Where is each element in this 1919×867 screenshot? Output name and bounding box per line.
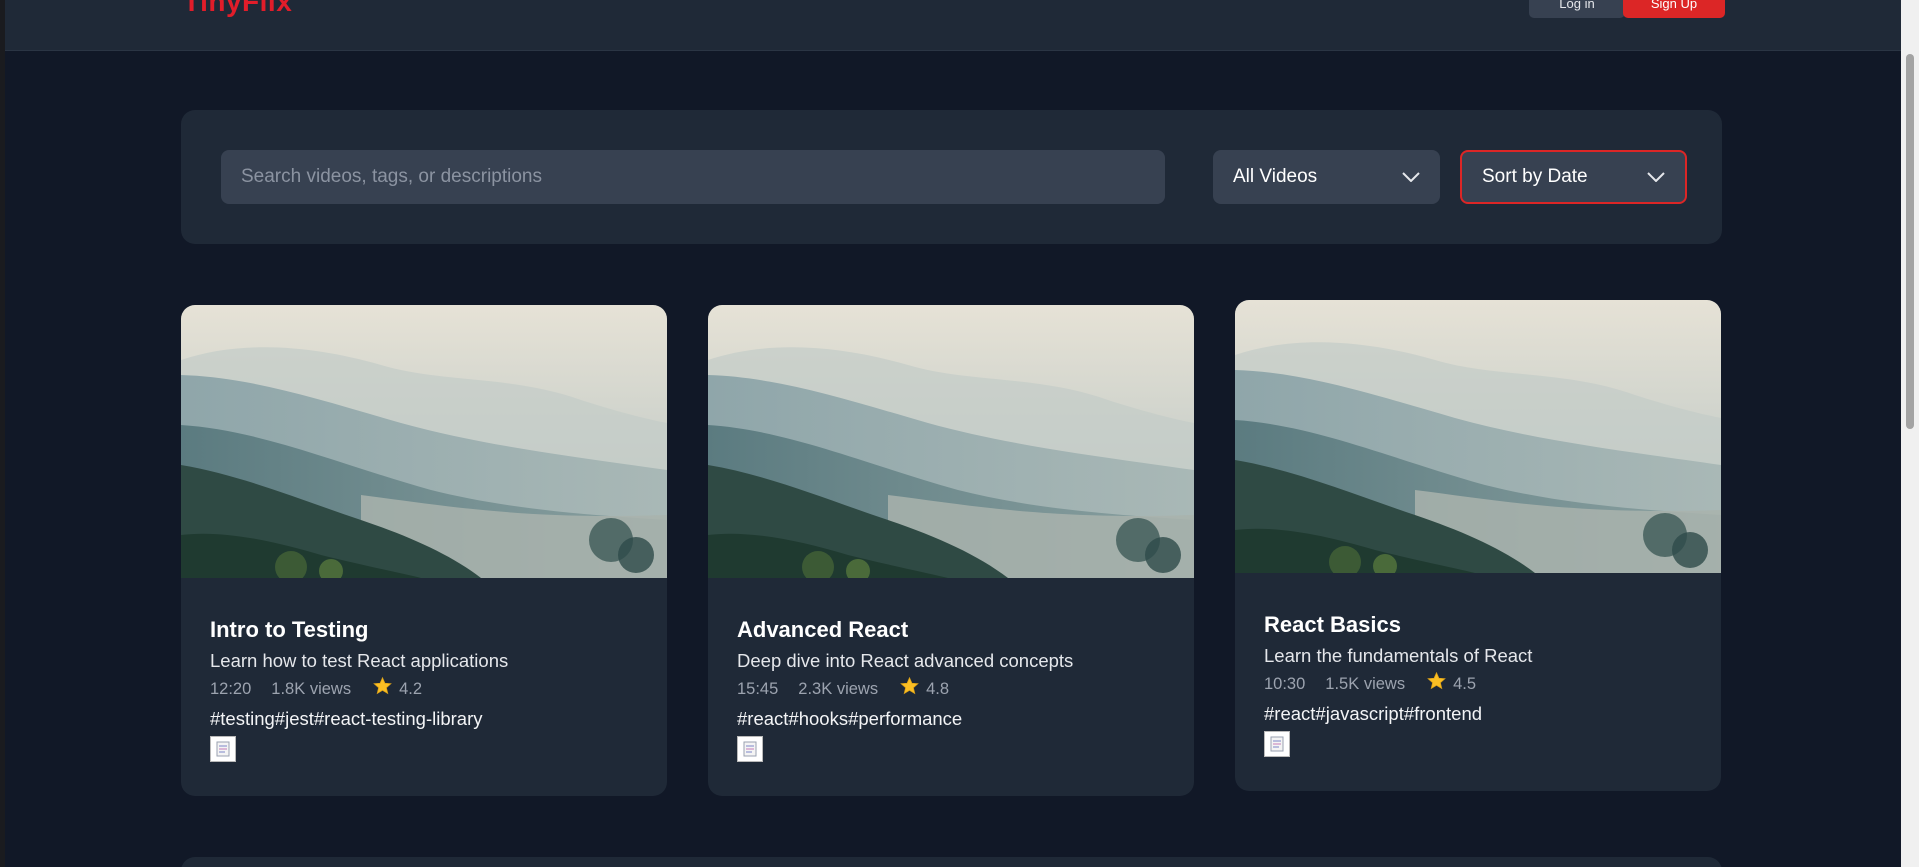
rating-value: 4.5 <box>1453 675 1477 693</box>
document-icon[interactable] <box>210 736 236 762</box>
video-thumbnail[interactable] <box>708 305 1194 578</box>
video-card-body: Intro to Testing Learn how to test React… <box>210 617 647 762</box>
video-thumbnail[interactable] <box>181 305 667 578</box>
search-input[interactable] <box>221 150 1165 204</box>
video-description: Deep dive into React advanced concepts <box>737 650 1074 671</box>
video-title[interactable]: Advanced React <box>737 617 1174 643</box>
video-duration: 10:30 <box>1264 675 1306 693</box>
login-button[interactable]: Log in <box>1529 0 1625 18</box>
video-card-body: Advanced React Deep dive into React adva… <box>737 617 1174 762</box>
video-tags: #react#javascript#frontend <box>1264 703 1483 724</box>
scrollbar-thumb[interactable] <box>1906 54 1914 429</box>
video-card[interactable]: React Basics Learn the fundamentals of R… <box>1235 300 1721 791</box>
star-icon <box>373 676 392 701</box>
document-icon[interactable] <box>737 736 763 762</box>
category-select-value: All Videos <box>1233 166 1318 187</box>
video-views: 1.5K views <box>1325 675 1406 693</box>
sort-select[interactable]: Sort by Date <box>1460 150 1687 204</box>
video-card[interactable]: Intro to Testing Learn how to test React… <box>181 305 667 796</box>
video-rating: 4.2 <box>373 676 423 701</box>
video-title[interactable]: Intro to Testing <box>210 617 647 643</box>
video-duration: 15:45 <box>737 680 779 698</box>
site-logo[interactable]: TinyFlix <box>183 0 292 18</box>
chevron-down-icon <box>1647 172 1665 182</box>
video-tags: #testing#jest#react-testing-library <box>210 708 483 729</box>
filter-panel: All Videos Sort by Date <box>181 110 1722 244</box>
video-views: 1.8K views <box>271 680 352 698</box>
video-rating: 4.5 <box>1427 671 1477 696</box>
sort-select-value: Sort by Date <box>1482 166 1588 187</box>
document-icon[interactable] <box>1264 731 1290 757</box>
star-icon <box>1427 671 1446 696</box>
next-section-panel <box>181 857 1722 867</box>
star-icon <box>900 676 919 701</box>
browser-viewport: TinyFlix Log in Sign Up All Videos Sort … <box>5 0 1901 867</box>
video-meta: 15:45 2.3K views 4.8 <box>737 676 1174 701</box>
category-select[interactable]: All Videos <box>1213 150 1440 204</box>
video-title[interactable]: React Basics <box>1264 612 1701 638</box>
signup-button[interactable]: Sign Up <box>1623 0 1725 18</box>
chevron-down-icon <box>1402 172 1420 182</box>
video-thumbnail[interactable] <box>1235 300 1721 573</box>
rating-value: 4.2 <box>399 680 423 698</box>
video-duration: 12:20 <box>210 680 252 698</box>
rating-value: 4.8 <box>926 680 950 698</box>
video-meta: 12:20 1.8K views 4.2 <box>210 676 647 701</box>
top-navigation-bar: TinyFlix Log in Sign Up <box>5 0 1901 51</box>
video-description: Learn how to test React applications <box>210 650 509 671</box>
video-rating: 4.8 <box>900 676 950 701</box>
video-views: 2.3K views <box>798 680 879 698</box>
video-card-body: React Basics Learn the fundamentals of R… <box>1264 612 1701 757</box>
video-description: Learn the fundamentals of React <box>1264 645 1533 666</box>
video-meta: 10:30 1.5K views 4.5 <box>1264 671 1701 696</box>
video-card[interactable]: Advanced React Deep dive into React adva… <box>708 305 1194 796</box>
video-tags: #react#hooks#performance <box>737 708 963 729</box>
vertical-scrollbar[interactable] <box>1901 0 1919 867</box>
